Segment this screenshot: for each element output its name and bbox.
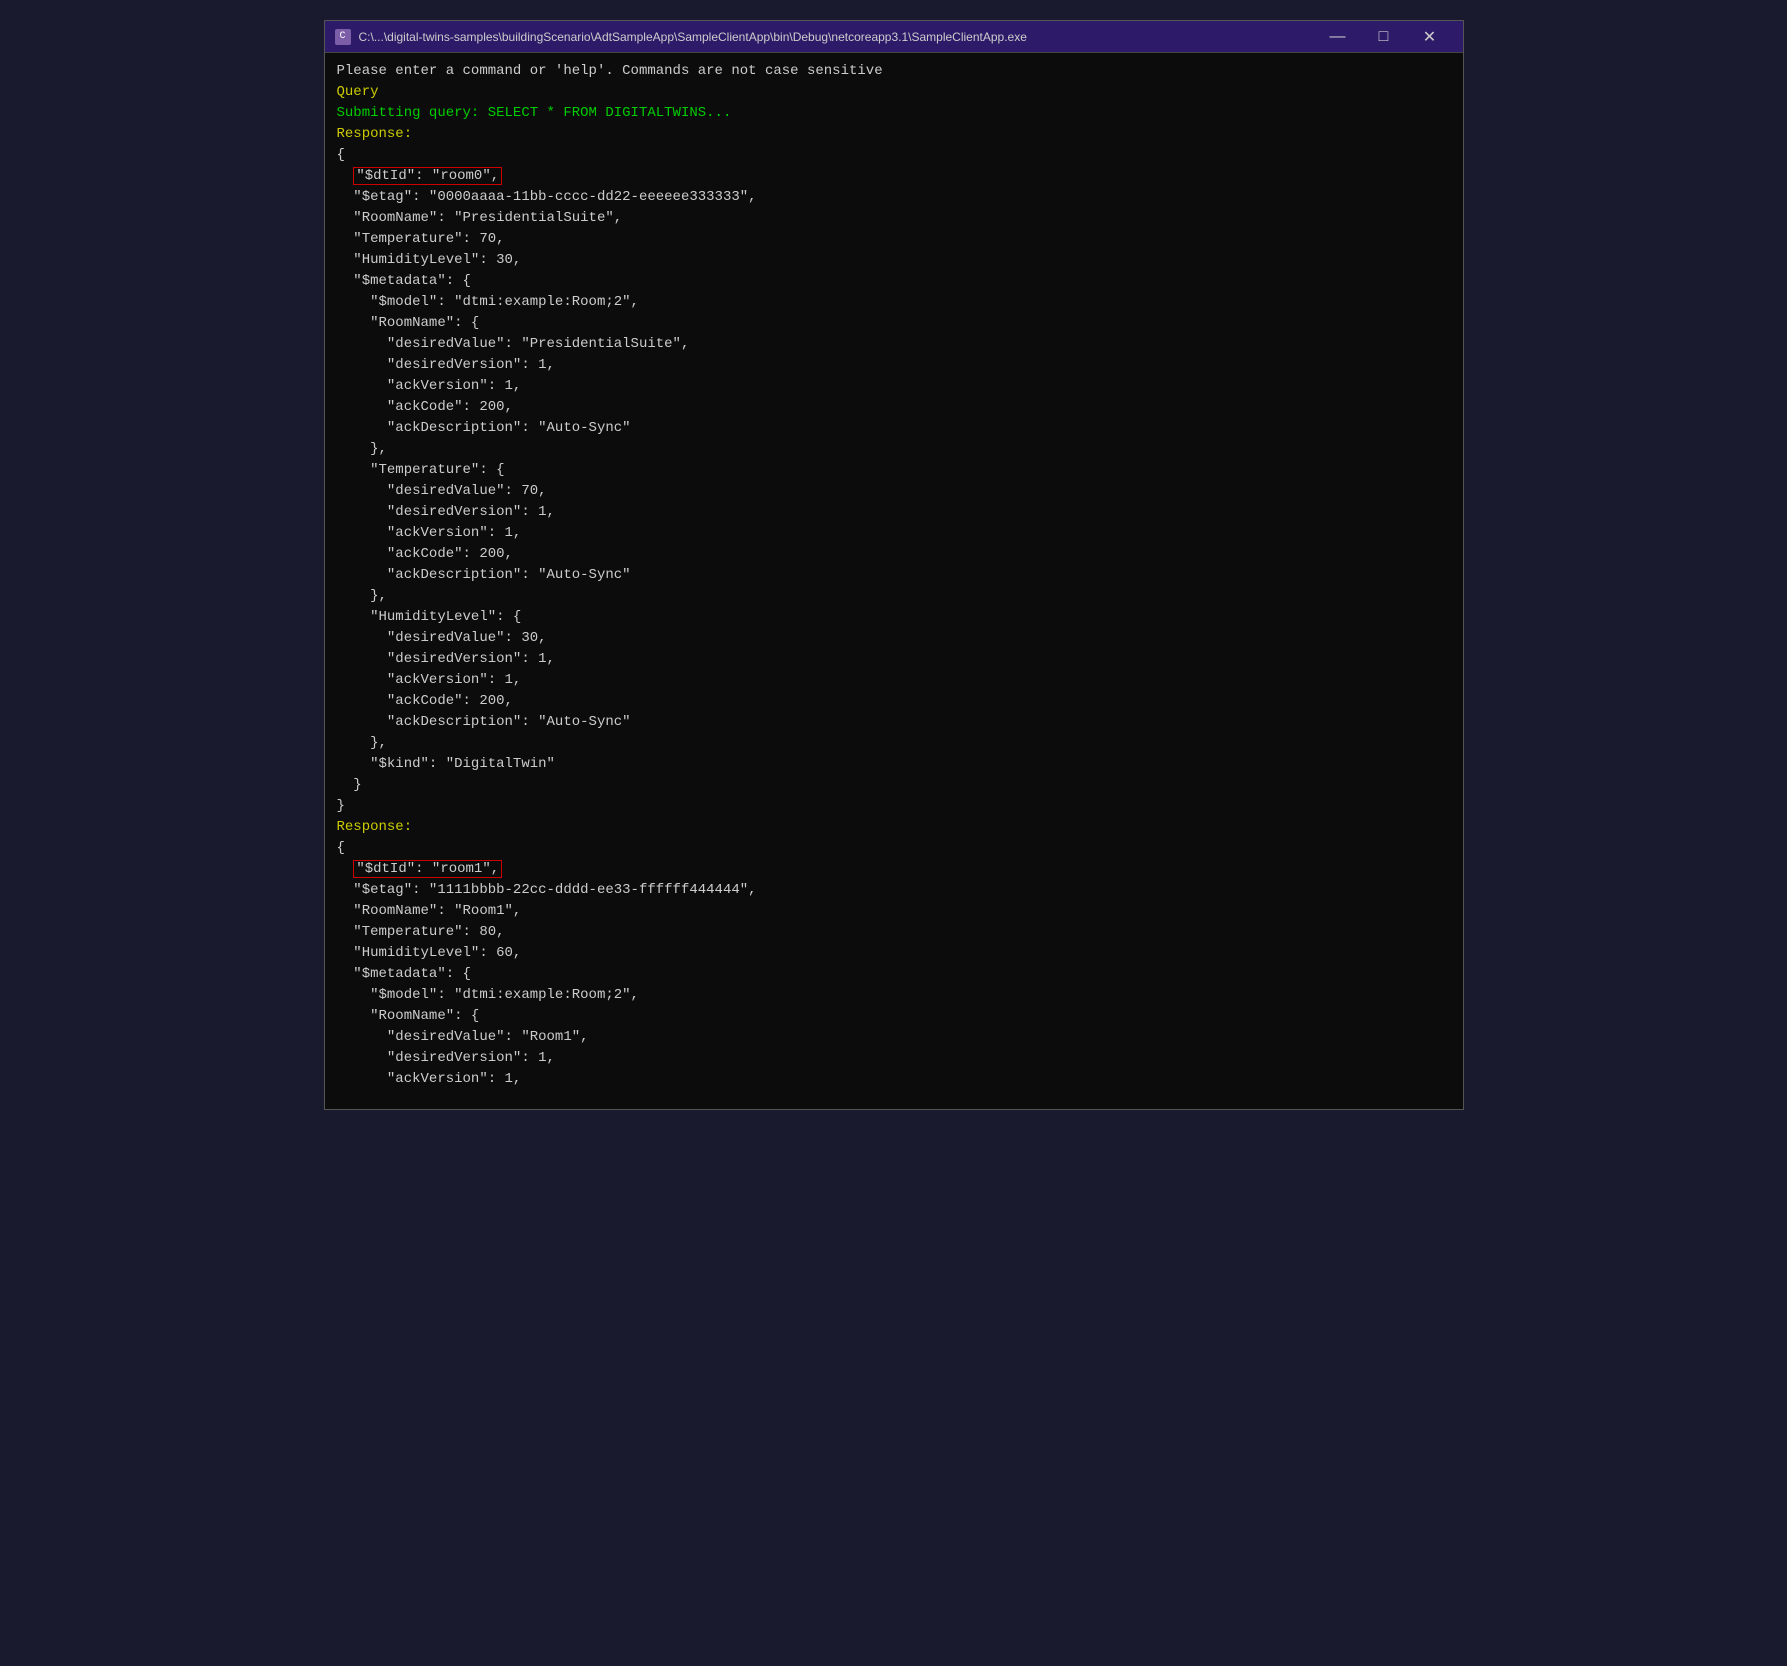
room0-desired-value-1: "desiredValue": "PresidentialSuite", xyxy=(337,334,1451,355)
room0-ack-desc-3: "ackDescription": "Auto-Sync" xyxy=(337,712,1451,733)
query-label: Query xyxy=(337,82,1451,103)
intro-line: Please enter a command or 'help'. Comman… xyxy=(337,61,1451,82)
open-brace-1: { xyxy=(337,145,1451,166)
window-controls: — □ ✕ xyxy=(1315,21,1453,53)
room0-roomname-open: "RoomName": { xyxy=(337,313,1451,334)
room1-roomname: "RoomName": "Room1", xyxy=(337,901,1451,922)
room0-desired-version-3: "desiredVersion": 1, xyxy=(337,649,1451,670)
room0-ack-desc-2: "ackDescription": "Auto-Sync" xyxy=(337,565,1451,586)
response-label-2: Response: xyxy=(337,817,1451,838)
submitting-line: Submitting query: SELECT * FROM DIGITALT… xyxy=(337,103,1451,124)
room1-humidity: "HumidityLevel": 60, xyxy=(337,943,1451,964)
room0-ack-code-2: "ackCode": 200, xyxy=(337,544,1451,565)
app-icon: C xyxy=(335,29,351,45)
room1-model: "$model": "dtmi:example:Room;2", xyxy=(337,985,1451,1006)
console-body: Please enter a command or 'help'. Comman… xyxy=(325,53,1463,1109)
room0-model: "$model": "dtmi:example:Room;2", xyxy=(337,292,1451,313)
room0-ack-version-1: "ackVersion": 1, xyxy=(337,376,1451,397)
room0-kind: "$kind": "DigitalTwin" xyxy=(337,754,1451,775)
room1-etag: "$etag": "1111bbbb-22cc-dddd-ee33-ffffff… xyxy=(337,880,1451,901)
room0-ack-version-2: "ackVersion": 1, xyxy=(337,523,1451,544)
room0-close-brace: } xyxy=(337,796,1451,817)
room0-humidity-open: "HumidityLevel": { xyxy=(337,607,1451,628)
room0-temperature: "Temperature": 70, xyxy=(337,229,1451,250)
room0-ack-version-3: "ackVersion": 1, xyxy=(337,670,1451,691)
room1-desired-version-1: "desiredVersion": 1, xyxy=(337,1048,1451,1069)
room0-close-humidity: }, xyxy=(337,733,1451,754)
room0-dtid-highlighted: "$dtId": "room0", xyxy=(353,167,502,185)
room1-dtid: "$dtId": "room1", xyxy=(337,859,1451,880)
room0-close-metadata: } xyxy=(337,775,1451,796)
window-title: C:\...\digital-twins-samples\buildingSce… xyxy=(359,30,1027,44)
room0-humidity: "HumidityLevel": 30, xyxy=(337,250,1451,271)
room0-ack-code-3: "ackCode": 200, xyxy=(337,691,1451,712)
room1-dtid-highlighted: "$dtId": "room1", xyxy=(353,860,502,878)
room0-roomname: "RoomName": "PresidentialSuite", xyxy=(337,208,1451,229)
maximize-button[interactable]: □ xyxy=(1361,21,1407,53)
room0-desired-version-1: "desiredVersion": 1, xyxy=(337,355,1451,376)
room0-desired-version-2: "desiredVersion": 1, xyxy=(337,502,1451,523)
room0-close-roomname: }, xyxy=(337,439,1451,460)
room0-desired-value-3: "desiredValue": 30, xyxy=(337,628,1451,649)
room1-metadata-open: "$metadata": { xyxy=(337,964,1451,985)
response-label-1: Response: xyxy=(337,124,1451,145)
room1-temperature: "Temperature": 80, xyxy=(337,922,1451,943)
room0-etag: "$etag": "0000aaaa-11bb-cccc-dd22-eeeeee… xyxy=(337,187,1451,208)
minimize-button[interactable]: — xyxy=(1315,21,1361,53)
room1-ack-version-1: "ackVersion": 1, xyxy=(337,1069,1451,1090)
title-bar: C C:\...\digital-twins-samples\buildingS… xyxy=(325,21,1463,53)
room0-dtid: "$dtId": "room0", xyxy=(337,166,1451,187)
room0-metadata-open: "$metadata": { xyxy=(337,271,1451,292)
room0-desired-value-2: "desiredValue": 70, xyxy=(337,481,1451,502)
room0-ack-desc-1: "ackDescription": "Auto-Sync" xyxy=(337,418,1451,439)
console-window: C C:\...\digital-twins-samples\buildingS… xyxy=(324,20,1464,1110)
close-button[interactable]: ✕ xyxy=(1407,21,1453,53)
room0-close-temperature: }, xyxy=(337,586,1451,607)
room0-ack-code-1: "ackCode": 200, xyxy=(337,397,1451,418)
open-brace-2: { xyxy=(337,838,1451,859)
title-bar-left: C C:\...\digital-twins-samples\buildingS… xyxy=(335,29,1027,45)
room1-roomname-open: "RoomName": { xyxy=(337,1006,1451,1027)
room0-temperature-open: "Temperature": { xyxy=(337,460,1451,481)
room1-desired-value-1: "desiredValue": "Room1", xyxy=(337,1027,1451,1048)
